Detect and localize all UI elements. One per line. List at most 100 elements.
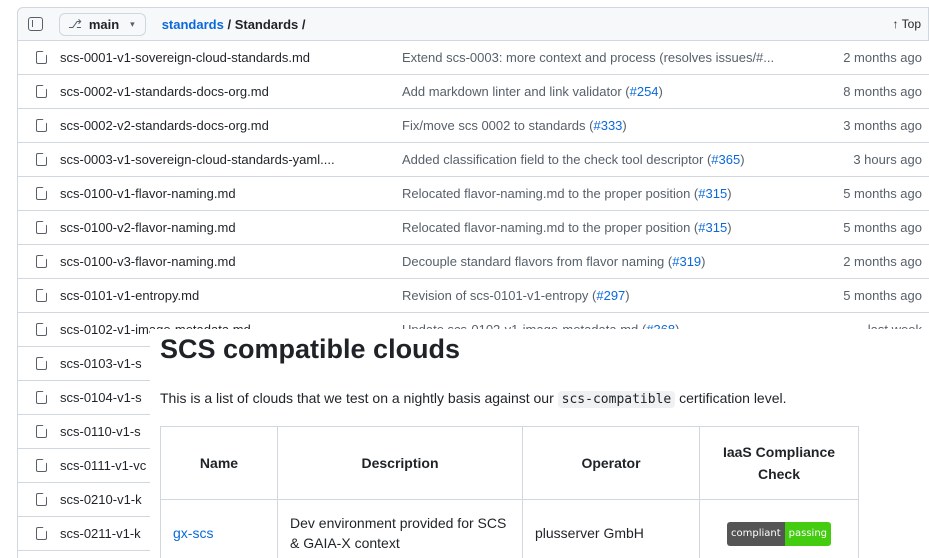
file-icon <box>36 527 47 540</box>
file-icon <box>36 51 47 64</box>
cloud-name-link[interactable]: gx-scs <box>173 525 213 541</box>
badge-status: passing <box>784 521 831 546</box>
cloud-description: Dev environment provided for SCS & GAIA-… <box>277 499 523 558</box>
file-icon <box>36 187 47 200</box>
breadcrumb: standards / Standards / <box>162 17 306 32</box>
file-name-link[interactable]: scs-0100-v2-flavor-naming.md <box>60 220 400 235</box>
file-icon <box>36 289 47 302</box>
column-header-compliance-check: IaaS Compliance Check <box>699 426 859 500</box>
file-row[interactable]: scs-0002-v1-standards-docs-org.md Add mar… <box>17 75 929 109</box>
file-icon <box>36 153 47 166</box>
column-header-description: Description <box>277 426 523 500</box>
file-icon <box>36 221 47 234</box>
commit-message[interactable]: Decouple standard flavors from flavor na… <box>402 254 706 269</box>
git-branch-icon: ⎇ <box>68 17 82 31</box>
commit-age: 2 months ago <box>843 254 922 269</box>
compliance-cell: compliant passing <box>699 499 859 558</box>
file-icon <box>36 459 47 472</box>
commit-age: 5 months ago <box>843 186 922 201</box>
repo-page: ⎇ main ▾ standards / Standards / ↑ Top s… <box>0 0 929 558</box>
commit-message-paren: ) <box>727 220 732 235</box>
commit-message[interactable]: Extend scs-0003: more context and proces… <box>402 50 774 65</box>
file-icon <box>36 85 47 98</box>
commit-message[interactable]: Relocated flavor-naming.md to the proper… <box>402 220 732 235</box>
commit-message[interactable]: Revision of scs-0101-v1-entropy (#297) <box>402 288 630 303</box>
breadcrumb-separator: / <box>298 16 306 32</box>
file-icon <box>36 323 47 336</box>
file-browser-header: ⎇ main ▾ standards / Standards / ↑ Top <box>17 7 929 41</box>
commit-message[interactable]: Add markdown linter and link validator (… <box>402 84 663 99</box>
file-icon <box>36 255 47 268</box>
file-icon <box>36 425 47 438</box>
readme-description: This is a list of clouds that we test on… <box>160 390 787 408</box>
pull-request-link[interactable]: #333 <box>593 118 622 133</box>
pull-request-link[interactable]: #254 <box>630 84 659 99</box>
file-name-link[interactable]: scs-0100-v3-flavor-naming.md <box>60 254 400 269</box>
file-row[interactable]: scs-0101-v1-entropy.md Revision of scs-01… <box>17 279 929 313</box>
sidebar-toggle-icon[interactable] <box>28 17 43 31</box>
breadcrumb-link-standards[interactable]: standards <box>162 17 224 32</box>
pull-request-link[interactable]: #297 <box>596 288 625 303</box>
commit-age: 5 months ago <box>843 220 922 235</box>
certification-level-code: scs-compatible <box>557 391 676 408</box>
file-row[interactable]: scs-0100-v2-flavor-naming.md Relocated fl… <box>17 211 929 245</box>
file-row[interactable]: scs-0002-v2-standards-docs-org.md Fix/mov… <box>17 109 929 143</box>
column-header-name: Name <box>160 426 278 500</box>
commit-message-text: Added classification field to the check … <box>402 152 712 167</box>
file-name-link[interactable]: scs-0101-v1-entropy.md <box>60 288 400 303</box>
chevron-down-icon: ▾ <box>130 18 135 29</box>
breadcrumb-current: Standards <box>234 16 299 32</box>
commit-message-text: Revision of scs-0101-v1-entropy ( <box>402 288 597 303</box>
description-text: This is a list of clouds that we test on… <box>160 390 558 406</box>
file-icon <box>36 119 47 132</box>
table-header-row: Name Description Operator IaaS Complianc… <box>160 426 859 500</box>
commit-message[interactable]: Added classification field to the check … <box>402 152 745 167</box>
cloud-name-cell: gx-scs <box>160 499 278 558</box>
commit-message[interactable]: Fix/move scs 0002 to standards (#333) <box>402 118 627 133</box>
cloud-operator: plusserver GmbH <box>522 499 700 558</box>
branch-name: main <box>88 16 120 32</box>
commit-age: 3 hours ago <box>853 152 922 167</box>
badge-label: compliant <box>726 521 785 546</box>
readme-overlay: SCS compatible clouds This is a list of … <box>150 329 929 558</box>
file-name-link[interactable]: scs-0001-v1-sovereign-cloud-standards.md <box>60 50 400 65</box>
file-name-link[interactable]: scs-0002-v2-standards-docs-org.md <box>60 118 400 133</box>
pull-request-link[interactable]: #319 <box>672 254 701 269</box>
file-row[interactable]: scs-0100-v3-flavor-naming.md Decouple sta… <box>17 245 929 279</box>
branch-selector-button[interactable]: ⎇ main ▾ <box>59 12 146 36</box>
commit-message[interactable]: Relocated flavor-naming.md to the proper… <box>402 186 732 201</box>
file-icon <box>36 493 47 506</box>
pull-request-link[interactable]: #365 <box>711 152 740 167</box>
clouds-table: Name Description Operator IaaS Complianc… <box>160 426 859 558</box>
file-name-link[interactable]: scs-0100-v1-flavor-naming.md <box>60 186 400 201</box>
column-header-operator: Operator <box>522 426 700 500</box>
file-name-link[interactable]: scs-0002-v1-standards-docs-org.md <box>60 84 400 99</box>
commit-message-text: Extend scs-0003: more context and proces… <box>402 50 775 65</box>
top-link[interactable]: ↑ Top <box>893 17 921 31</box>
commit-message-text: Relocated flavor-naming.md to the proper… <box>402 186 699 201</box>
commit-message-paren: ) <box>625 288 630 303</box>
commit-age: 2 months ago <box>843 50 922 65</box>
pull-request-link[interactable]: #315 <box>698 220 727 235</box>
table-row: gx-scs Dev environment provided for SCS … <box>160 499 859 558</box>
commit-age: 8 months ago <box>843 84 922 99</box>
file-name-link[interactable]: scs-0003-v1-sovereign-cloud-standards-ya… <box>60 152 400 167</box>
commit-message-paren: ) <box>622 118 627 133</box>
commit-age: 3 months ago <box>843 118 922 133</box>
commit-message-paren: ) <box>740 152 745 167</box>
readme-title: SCS compatible clouds <box>160 334 461 364</box>
file-row[interactable]: scs-0100-v1-flavor-naming.md Relocated fl… <box>17 177 929 211</box>
pull-request-link[interactable]: #315 <box>698 186 727 201</box>
file-row[interactable]: scs-0001-v1-sovereign-cloud-standards.md… <box>17 41 929 75</box>
file-icon <box>36 391 47 404</box>
description-text-end: certification level. <box>675 390 787 406</box>
commit-message-paren: ) <box>658 84 663 99</box>
commit-message-text: Fix/move scs 0002 to standards ( <box>402 118 594 133</box>
breadcrumb-separator: / <box>223 16 235 32</box>
file-row[interactable]: scs-0003-v1-sovereign-cloud-standards-ya… <box>17 143 929 177</box>
commit-age: 5 months ago <box>843 288 922 303</box>
compliance-badge[interactable]: compliant passing <box>726 521 831 546</box>
commit-message-paren: ) <box>727 186 732 201</box>
commit-message-text: Add markdown linter and link validator ( <box>402 84 630 99</box>
commit-message-text: Decouple standard flavors from flavor na… <box>402 254 673 269</box>
